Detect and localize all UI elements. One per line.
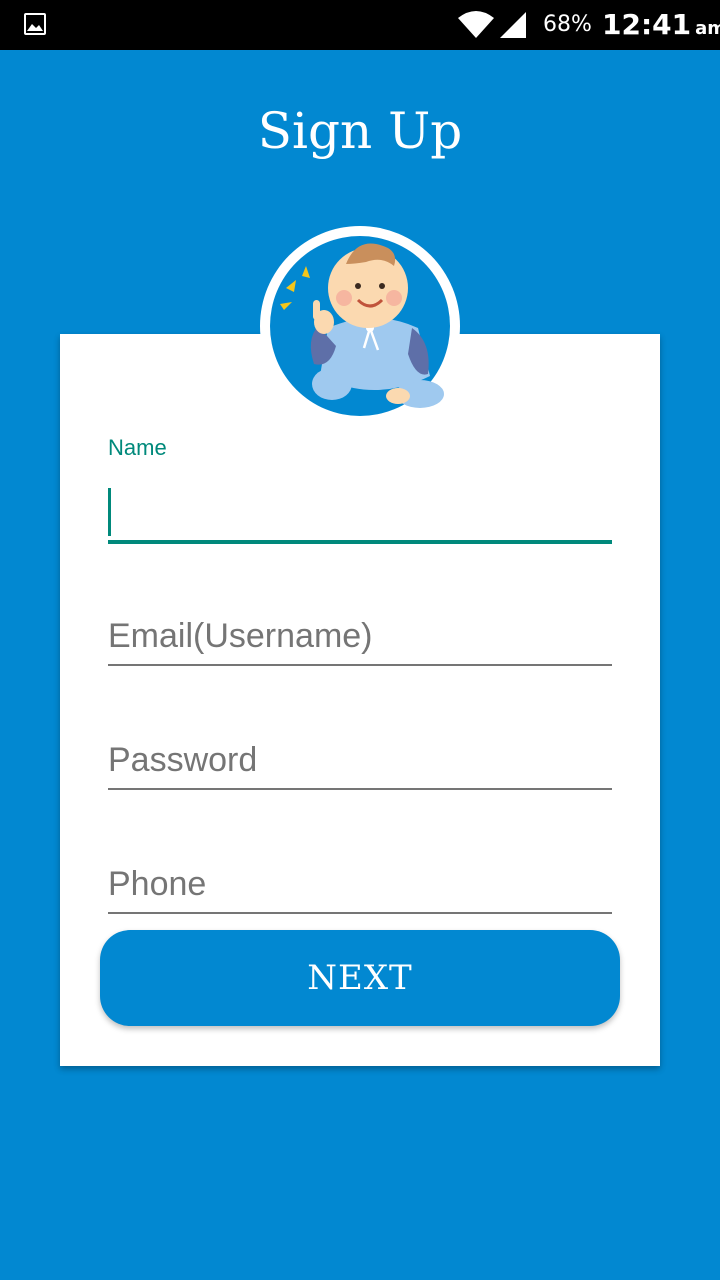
name-input[interactable] [108,484,612,544]
clock-time: 12:41 [602,8,692,41]
phone-placeholder: Phone [108,865,207,903]
gallery-icon [24,13,46,35]
page-title: Sign Up [257,102,463,160]
password-placeholder: Password [108,741,258,779]
password-input[interactable]: Password [108,732,612,790]
name-label: Name [108,435,167,460]
baby-avatar-icon [270,236,450,416]
phone-input[interactable]: Phone [108,856,612,914]
battery-level: 68% [543,12,592,37]
clock: 12:41 am [602,6,720,48]
clock-ampm: am [695,18,720,39]
email-input[interactable]: Email(Username) [108,608,612,666]
email-placeholder: Email(Username) [108,617,373,655]
wifi-icon [458,11,494,38]
status-bar: 68% 12:41 am [0,0,720,50]
signal-icon [500,12,526,38]
text-caret [108,488,111,536]
next-button[interactable]: NEXT [100,930,620,1026]
